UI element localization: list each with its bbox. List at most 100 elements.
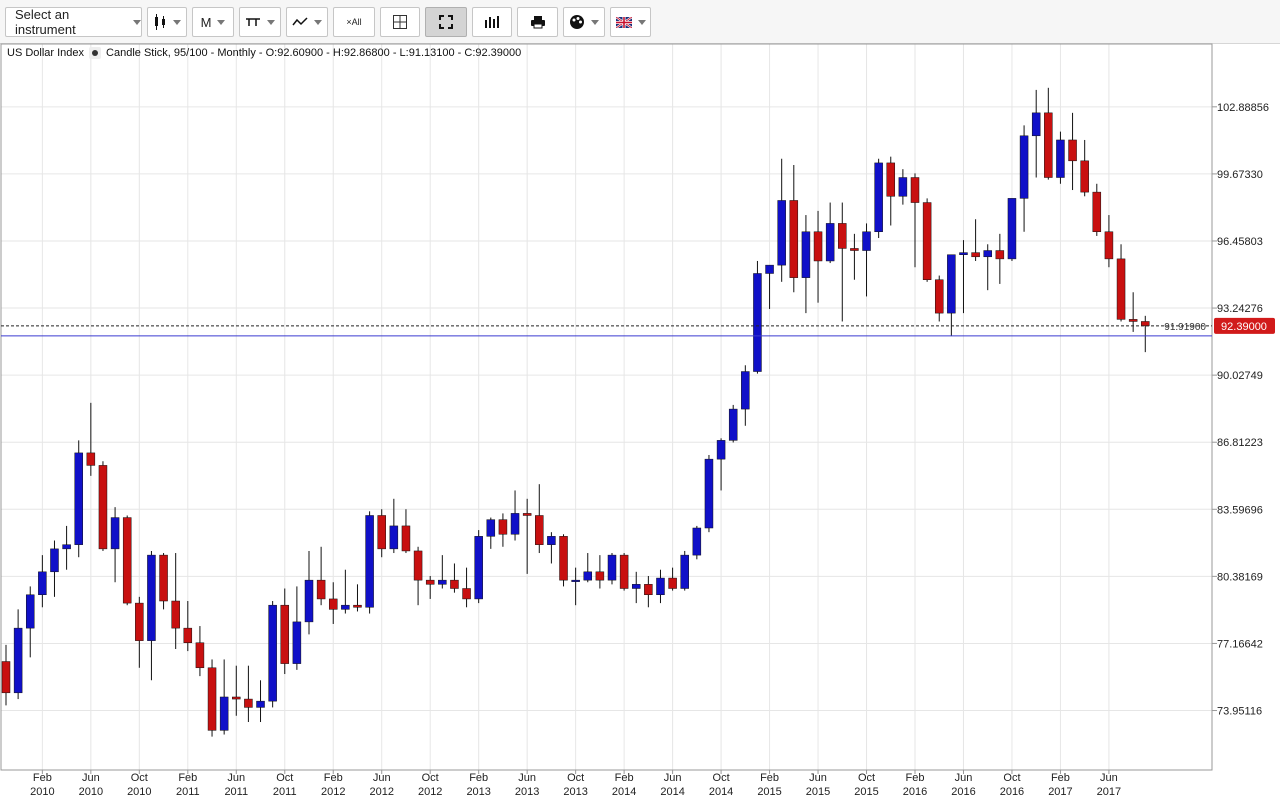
candle — [280, 588, 290, 675]
candle-body — [304, 579, 314, 623]
x-tick-label-year: 2016 — [903, 786, 927, 798]
candle-body — [886, 162, 896, 197]
candle — [595, 555, 605, 589]
candle — [207, 659, 217, 737]
candle-body — [983, 250, 992, 258]
candle — [377, 509, 386, 558]
candle — [704, 454, 714, 533]
x-tick-label-year: 2012 — [369, 786, 393, 798]
instrument-name: US Dollar Index — [7, 47, 85, 59]
candle-body — [62, 544, 71, 550]
candle-body — [38, 571, 47, 596]
x-tick-label-year: 2010 — [127, 786, 151, 798]
y-tick-label: 93.24276 — [1217, 303, 1263, 315]
candle-body — [704, 458, 714, 529]
candle — [571, 567, 580, 606]
candle — [1, 644, 11, 706]
candle-body — [1128, 319, 1138, 322]
candle — [1080, 139, 1089, 197]
candle — [135, 596, 144, 668]
candle-body — [268, 604, 277, 702]
candle-body — [522, 513, 532, 516]
candle-body — [86, 452, 96, 466]
candle-body — [753, 273, 762, 372]
candle — [692, 525, 702, 560]
candle — [159, 553, 168, 610]
x-tick-label-year: 2012 — [418, 786, 442, 798]
candle-body — [631, 584, 641, 589]
y-tick-label: 83.59696 — [1217, 504, 1263, 516]
candle-body — [401, 525, 411, 552]
x-tick-label-month: Oct — [422, 772, 439, 784]
candle-body — [353, 604, 362, 608]
candle-body — [692, 527, 702, 556]
candle — [644, 575, 653, 608]
candle — [1031, 89, 1041, 178]
candle-body — [898, 177, 908, 197]
x-tick-label-year: 2015 — [806, 786, 830, 798]
candle — [825, 202, 835, 264]
y-tick-label: 73.95116 — [1217, 706, 1262, 718]
candle-body — [316, 579, 326, 600]
candle-body — [1104, 231, 1114, 260]
x-tick-label-year: 2012 — [321, 786, 345, 798]
candle — [728, 404, 738, 443]
eye-icon[interactable] — [89, 47, 102, 59]
x-tick-label-month: Jun — [82, 772, 100, 784]
candle-body — [74, 452, 83, 545]
x-tick-label-month: Feb — [760, 772, 779, 784]
candle-body — [50, 548, 59, 573]
candle — [74, 440, 83, 558]
candle — [38, 555, 47, 608]
candle-body — [486, 519, 496, 537]
x-tick-label-month: Oct — [276, 772, 293, 784]
candle-body — [1141, 321, 1150, 327]
candle — [244, 665, 253, 723]
x-tick-label-year: 2017 — [1048, 786, 1072, 798]
candle-body — [183, 627, 193, 643]
candle — [874, 158, 883, 239]
candle — [232, 665, 241, 716]
candle-body — [1007, 198, 1017, 260]
candle-body — [1031, 112, 1041, 137]
candle-body — [377, 515, 386, 550]
x-tick-label-month: Jun — [1100, 772, 1118, 784]
candle-body — [571, 579, 580, 582]
x-tick-label-year: 2011 — [224, 786, 248, 798]
candle-body — [656, 577, 665, 596]
y-axis: 102.88856 99.67330 96.45803 93.24276 90.0274… — [1212, 102, 1269, 718]
x-tick-label-month: Feb — [469, 772, 488, 784]
candle — [801, 215, 811, 314]
candle — [219, 659, 229, 735]
x-tick-label-year: 2011 — [273, 786, 297, 798]
candle-body — [425, 579, 435, 585]
candle — [656, 569, 665, 604]
candle-body — [825, 223, 835, 262]
candle — [1092, 183, 1102, 236]
candle — [25, 586, 35, 658]
x-tick-label-year: 2015 — [757, 786, 781, 798]
candle-body — [535, 515, 544, 545]
candle-body — [341, 604, 350, 610]
candlestick-chart[interactable]: 91.91900 102.88856 99.67330 96.45803 93.242… — [0, 0, 1280, 800]
candle-body — [135, 602, 144, 641]
x-tick-label-month: Oct — [131, 772, 148, 784]
candle — [62, 525, 71, 570]
candle-body — [122, 517, 132, 604]
x-tick-label-month: Jun — [955, 772, 973, 784]
candle-body — [207, 667, 217, 731]
candle — [765, 264, 774, 309]
candle-body — [680, 554, 689, 589]
candle — [668, 567, 677, 591]
candle-body — [801, 231, 811, 278]
candle-body — [922, 202, 932, 280]
candle — [753, 260, 762, 374]
chart-title: US Dollar Index Candle Stick, 95/100 - M… — [7, 47, 521, 59]
candle — [789, 165, 799, 293]
candle — [934, 275, 944, 322]
candle-body — [862, 231, 871, 251]
x-tick-label-month: Feb — [1051, 772, 1070, 784]
x-tick-label-year: 2013 — [466, 786, 490, 798]
candle — [462, 567, 471, 608]
candle — [1007, 198, 1017, 261]
